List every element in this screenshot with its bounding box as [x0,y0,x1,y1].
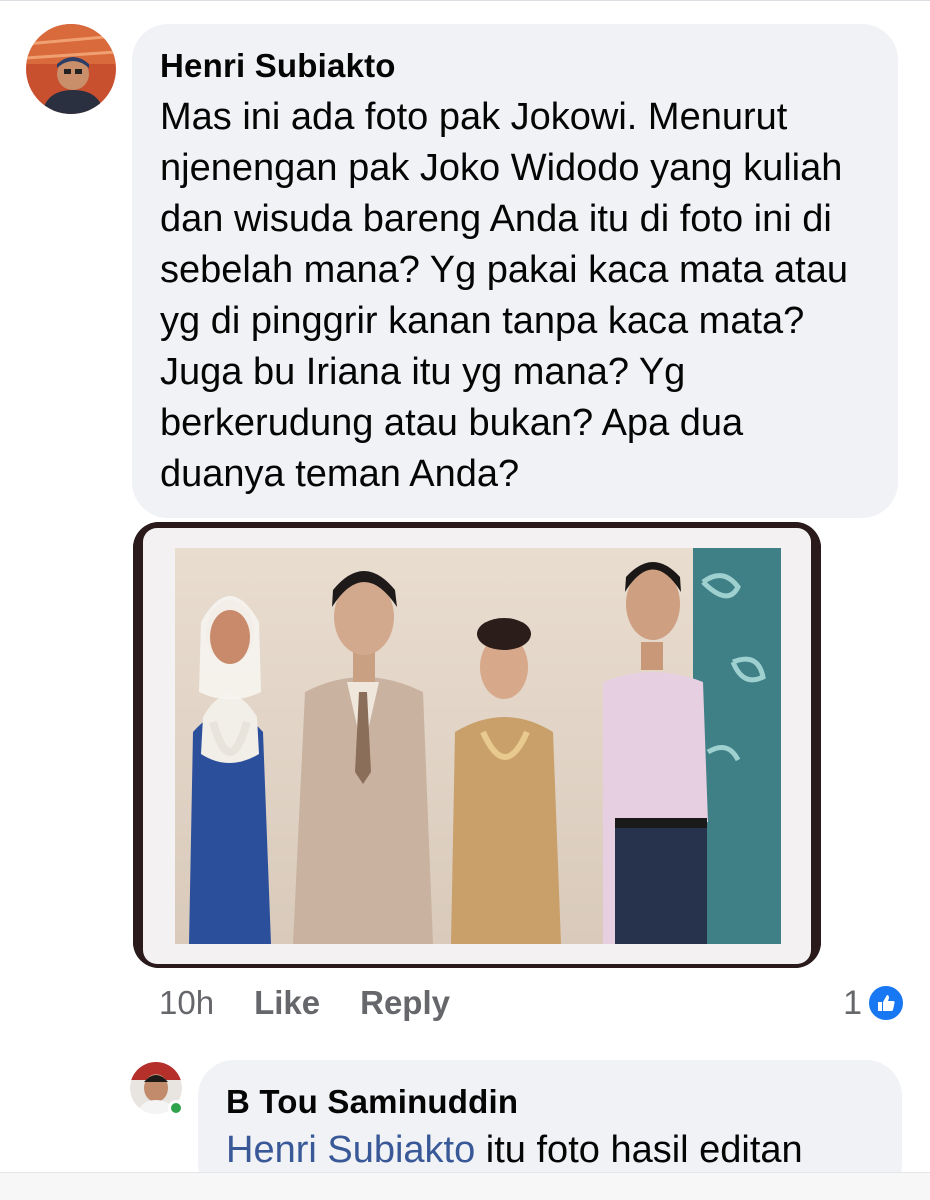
comment-bubble: Henri Subiakto Mas ini ada foto pak Joko… [132,24,898,518]
comment-timestamp[interactable]: 10h [159,984,214,1022]
online-status-icon [168,1100,184,1116]
avatar[interactable] [26,24,116,114]
top-divider [0,0,930,6]
attached-photo[interactable] [133,522,821,968]
reply-text: Henri Subiakto itu foto hasil editan [226,1126,874,1174]
reply-avatar[interactable] [130,1062,184,1116]
bottom-edge [0,1172,930,1200]
reaction-summary[interactable]: 1 [843,982,906,1024]
reaction-count: 1 [843,983,862,1022]
reply-body: itu foto hasil editan [475,1129,803,1171]
thumbs-up-icon [866,983,906,1023]
profile-photo [26,24,116,114]
comment-actions: 10h Like Reply [159,980,450,1026]
comment-text: Mas ini ada foto pak Jokowi. Menurut nje… [160,96,848,495]
reply-button[interactable]: Reply [360,984,450,1022]
comment-author[interactable]: Henri Subiakto [160,46,870,86]
reply-author[interactable]: B Tou Saminuddin [226,1082,874,1122]
mention-link[interactable]: Henri Subiakto [226,1129,475,1171]
like-button[interactable]: Like [254,984,320,1022]
